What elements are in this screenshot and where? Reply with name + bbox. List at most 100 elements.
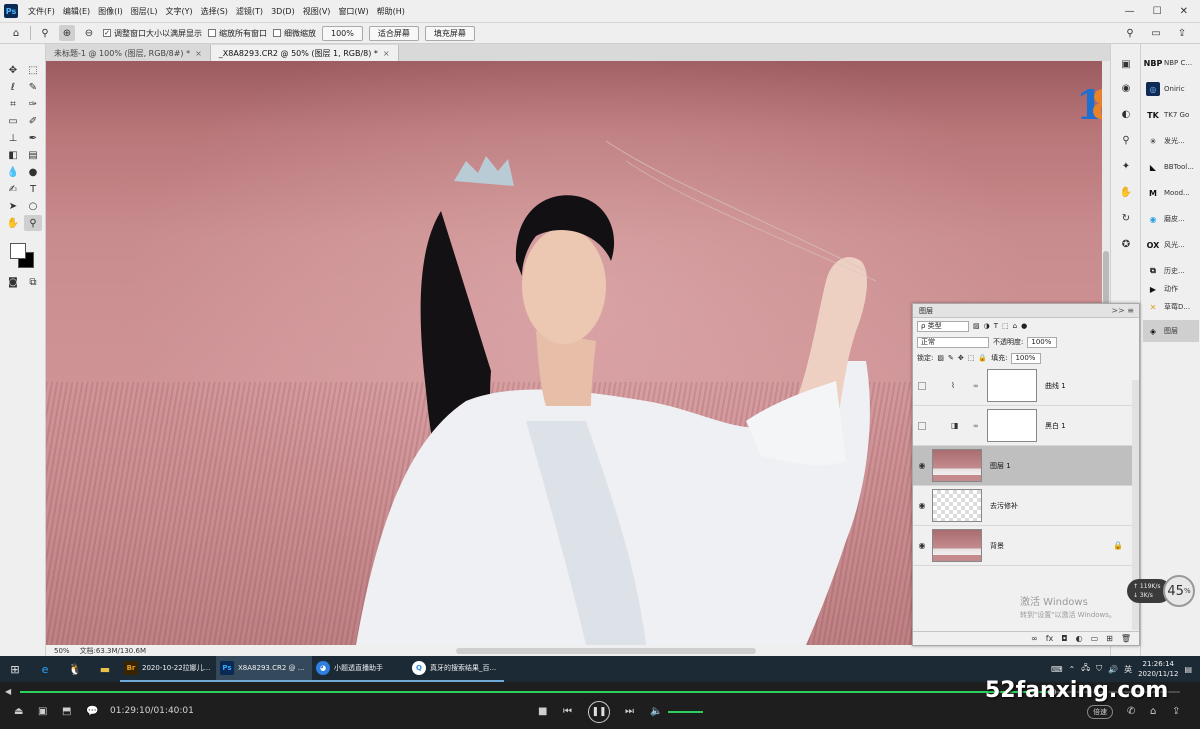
lock-all-icon[interactable]: 🔒 [978, 354, 987, 362]
frame-tool-icon[interactable]: ▭ [4, 113, 22, 129]
qq-icon[interactable]: 🐧 [60, 656, 90, 682]
quick-select-tool-icon[interactable]: ✎ [24, 79, 42, 95]
visibility-toggle[interactable] [918, 381, 926, 390]
filter-kind-select[interactable]: ρ 类型 [917, 320, 969, 332]
layer-row-background[interactable]: ◉ 背景 🔒 [913, 526, 1139, 566]
share-icon[interactable]: ⇪ [1174, 25, 1190, 41]
layer-name[interactable]: 黑白 1 [1045, 421, 1066, 431]
filter-toggle-icon[interactable]: ● [1021, 322, 1027, 330]
taskbar-app-browser[interactable]: Q 真牙的搜索结果_百... [408, 656, 504, 682]
layer-name[interactable]: 去污修补 [990, 501, 1018, 511]
eraser-tool-icon[interactable]: ◧ [4, 147, 22, 163]
menu-layer[interactable]: 图层(L) [127, 6, 162, 17]
start-icon[interactable]: ⊞ [0, 656, 30, 682]
lock-icon[interactable]: ⌂ [1150, 706, 1156, 717]
gradient-tool-icon[interactable]: ▤ [24, 147, 42, 163]
chevron-up-icon[interactable]: ⌃ [1068, 665, 1075, 674]
lock-paint-icon[interactable]: ✎ [948, 354, 954, 362]
lock-move-icon[interactable]: ✥ [958, 354, 964, 362]
menu-help[interactable]: 帮助(H) [373, 6, 409, 17]
menu-view[interactable]: 视图(V) [299, 6, 335, 17]
brush-tool-icon[interactable]: ✐ [24, 113, 42, 129]
close-window-button[interactable]: ✕ [1180, 6, 1188, 17]
search-icon[interactable]: ⚲ [1118, 132, 1134, 148]
fill-screen-button[interactable]: 填充屏幕 [424, 25, 475, 41]
move-tool-icon[interactable]: ✥ [4, 62, 22, 78]
menu-type[interactable]: 文字(Y) [161, 6, 196, 17]
history-brush-icon[interactable]: ✒ [24, 130, 42, 146]
horizontal-scrollbar[interactable] [455, 647, 756, 654]
hand-icon[interactable]: ✋ [1118, 184, 1134, 200]
zoom-out-icon[interactable]: ⊖ [81, 25, 97, 41]
visibility-toggle[interactable] [918, 421, 926, 430]
tk-icon[interactable]: ✪ [1118, 236, 1134, 252]
plugin-bbtool[interactable]: ◣ BBTool... [1143, 156, 1199, 178]
chat-icon[interactable]: 💬 [86, 706, 98, 717]
layer-mask-thumbnail[interactable] [987, 369, 1037, 402]
gradient-icon[interactable]: ◐ [1118, 106, 1134, 122]
screen-mode-icon[interactable]: ⧉ [24, 274, 42, 290]
plugin-glow[interactable]: ✳ 发光... [1143, 130, 1199, 152]
workspace-icon[interactable]: ▭ [1148, 25, 1164, 41]
next-icon[interactable]: ⏭ [625, 706, 634, 717]
notification-icon[interactable]: ▤ [1184, 665, 1192, 674]
pen-tool-icon[interactable]: ✍ [4, 181, 22, 197]
plugin-retouch[interactable]: ◉ 磨皮... [1143, 208, 1199, 230]
layer-name[interactable]: 曲线 1 [1045, 381, 1066, 391]
taskbar-app-live-assistant[interactable]: ◕ 小题透直播助手 [312, 656, 408, 682]
scrubby-zoom-checkbox[interactable]: 细微缩放 [273, 28, 316, 39]
menu-edit[interactable]: 编辑(E) [59, 6, 94, 17]
color-icon[interactable]: ◉ [1118, 80, 1134, 96]
layer-row-layer1[interactable]: ◉ 图层 1 [913, 446, 1139, 486]
stop-icon[interactable]: ■ [538, 706, 547, 717]
menu-window[interactable]: 窗口(W) [334, 6, 372, 17]
delete-layer-icon[interactable]: 🗑 [1121, 634, 1131, 643]
layer-row-cleanup[interactable]: ◉ 去污修补 [913, 486, 1139, 526]
taskbar-app-bridge[interactable]: Br 2020-10-22拉娜儿... [120, 656, 216, 682]
opacity-input[interactable]: 100% [1027, 336, 1058, 348]
volume-slider[interactable] [668, 711, 703, 713]
clock[interactable]: 21:26:14 2020/11/12 [1138, 659, 1178, 679]
lock-artboard-icon[interactable]: ⬚ [968, 354, 975, 362]
pause-button[interactable]: ❚❚ [588, 701, 610, 723]
hand-tool-icon[interactable]: ✋ [4, 215, 22, 231]
home-icon[interactable]: ⌂ [8, 25, 24, 41]
panel-menu-icon[interactable]: >> ≡ [1111, 306, 1139, 315]
zoom-tool-icon[interactable]: ⚲ [24, 215, 42, 231]
menu-select[interactable]: 选择(S) [197, 6, 232, 17]
crop-tool-icon[interactable]: ⌗ [4, 96, 22, 112]
quick-mask-icon[interactable]: ◙ [4, 274, 22, 290]
fill-input[interactable]: 100% [1011, 352, 1042, 364]
filter-type-icon[interactable]: T [994, 322, 998, 330]
tab-x8a8293[interactable]: _X8A8293.CR2 @ 50% (图层 1, RGB/8) * × [210, 45, 399, 61]
plugin-icon[interactable]: ▣ [1118, 56, 1134, 72]
panel-title[interactable]: 图层 [919, 306, 933, 316]
close-icon[interactable]: × [195, 49, 202, 58]
blur-tool-icon[interactable]: 💧 [4, 164, 22, 180]
filter-pixel-icon[interactable]: ▨ [973, 322, 980, 330]
plugin-landscape[interactable]: OX 风光... [1143, 234, 1199, 256]
add-mask-icon[interactable]: ◘ [1061, 634, 1067, 643]
ime-icon[interactable]: 英 [1124, 664, 1132, 675]
plugin-icon[interactable]: ✦ [1118, 158, 1134, 174]
path-select-icon[interactable]: ➤ [4, 198, 22, 214]
search-icon[interactable]: ⚲ [1122, 25, 1138, 41]
plugin-tk7[interactable]: TK TK7 Go [1143, 104, 1199, 126]
file-explorer-icon[interactable]: ▬ [90, 656, 120, 682]
volume-icon[interactable]: 🔈 [650, 706, 662, 717]
zoom-all-windows-checkbox[interactable]: 缩放所有窗口 [208, 28, 267, 39]
zoom-value-field[interactable]: 100% [322, 25, 363, 41]
group-icon[interactable]: ▭ [1091, 634, 1099, 643]
eye-icon[interactable]: ◉ [913, 541, 931, 550]
share-icon[interactable]: ⇪ [1172, 706, 1180, 717]
zoom-tool-icon[interactable]: ⚲ [37, 25, 53, 41]
blend-mode-select[interactable]: 正常 [917, 336, 989, 348]
playback-speed-button[interactable]: 倍速 [1087, 705, 1113, 719]
layer-thumbnail[interactable] [932, 529, 982, 562]
scrollbar-thumb[interactable] [1103, 251, 1109, 311]
filter-shape-icon[interactable]: ⬚ [1002, 322, 1009, 330]
keyboard-icon[interactable]: ⌨ [1051, 665, 1063, 674]
plugin-mood[interactable]: M Mood... [1143, 182, 1199, 204]
fit-screen-button[interactable]: 适合屏幕 [368, 25, 419, 41]
layer-thumbnail[interactable] [932, 489, 982, 522]
